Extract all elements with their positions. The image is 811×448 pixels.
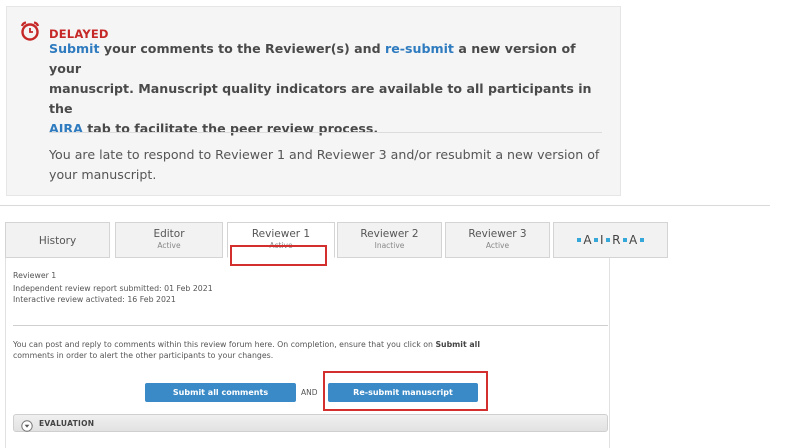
tab-reviewer-2[interactable]: Reviewer 2 Inactive [337,222,442,258]
section-divider [0,205,770,206]
notice-line-3: AIRA tab to facilitate the peer review p… [49,119,594,139]
tab-history[interactable]: History [5,222,110,258]
resubmit-highlight-box [323,371,488,411]
aira-dot [606,238,611,242]
instruction-line-1: You can post and reply to comments withi… [13,339,603,350]
late-line-1: You are late to respond to Reviewer 1 an… [49,147,600,162]
aira-letter: A [583,233,593,247]
reviewer-title: Reviewer 1 [13,271,57,280]
and-label: AND [301,388,318,397]
tab-status: Inactive [374,241,405,250]
report-submitted-date: Independent review report submitted: 01 … [13,284,213,293]
notice-divider [49,132,602,133]
tab-aira[interactable]: A I R A [553,222,668,258]
aira-dot [622,238,627,242]
tab-editor[interactable]: Editor Active [115,222,223,258]
tab-status: Active [157,241,181,250]
notice-line-2: manuscript. Manuscript quality indicator… [49,81,592,116]
evaluation-label: EVALUATION [39,418,95,428]
active-status-highlight-box [230,245,327,266]
notice-message: Submit your comments to the Reviewer(s) … [49,39,594,139]
aira-link[interactable]: AIRA [49,121,83,136]
submit-link[interactable]: Submit [49,41,100,56]
content-divider [13,325,608,326]
alarm-clock-icon [19,20,41,42]
instruction-line-2: comments in order to alert the other par… [13,351,274,360]
tab-label: Reviewer 3 [468,228,527,240]
notice-text: your comments to the Reviewer(s) and [99,41,386,56]
review-tabs: History Editor Active Reviewer 1 Active … [5,222,805,258]
delayed-notice-panel: DELAYED Submit your comments to the Revi… [6,6,621,196]
chevron-down-circle-icon [21,417,33,432]
reviewer-info: Reviewer 1 Independent review report sub… [13,270,213,305]
tab-label: History [38,235,77,247]
review-activated-date: Interactive review activated: 16 Feb 202… [13,295,176,304]
notice-line-1: Submit your comments to the Reviewer(s) … [49,39,594,79]
tab-label: Editor [153,228,185,240]
tab-label: Reviewer 2 [360,228,419,240]
tab-status: Active [485,241,510,250]
notice-text: tab to facilitate the peer review proces… [82,121,379,136]
aira-dot [577,238,582,242]
aira-letter: I [600,233,605,247]
aira-letter: R [612,233,621,247]
forum-instructions: You can post and reply to comments withi… [13,339,603,361]
evaluation-section-toggle[interactable]: EVALUATION [13,414,608,432]
tab-reviewer-3[interactable]: Reviewer 3 Active [445,222,550,258]
late-line-2: your manuscript. [49,167,157,182]
instruction-text: You can post and reply to comments withi… [13,340,436,349]
submit-all-comments-button[interactable]: Submit all comments [145,383,296,402]
instruction-emphasis: Submit all [435,340,481,349]
aira-dot [594,238,599,242]
late-response-message: You are late to respond to Reviewer 1 an… [49,145,609,185]
aira-letter: A [628,233,638,247]
aira-dot [639,238,644,242]
tab-label: Reviewer 1 [251,228,311,240]
resubmit-link[interactable]: re-submit [385,41,454,56]
